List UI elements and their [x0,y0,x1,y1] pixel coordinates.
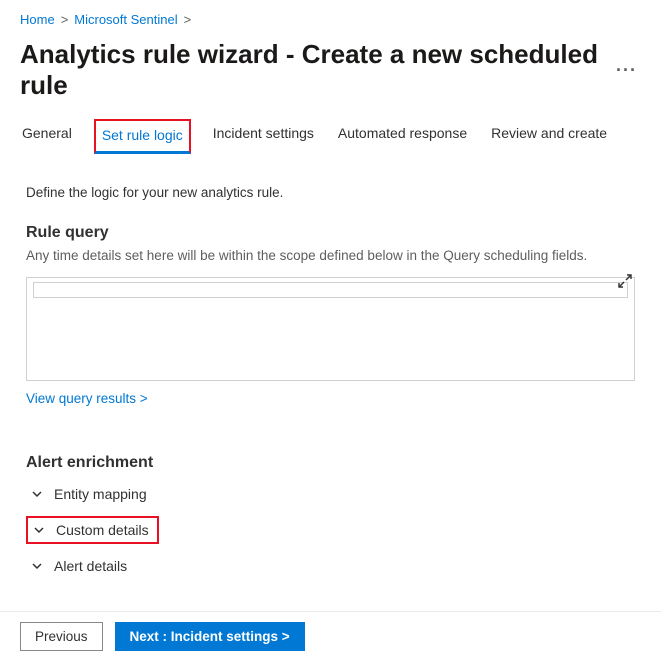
tab-general[interactable]: General [20,119,74,153]
alert-enrichment-heading: Alert enrichment [26,454,635,472]
more-actions-button[interactable]: ··· [612,60,641,81]
breadcrumb-sentinel[interactable]: Microsoft Sentinel [74,12,177,27]
chevron-right-icon: > [61,12,69,27]
previous-button[interactable]: Previous [20,622,103,651]
accordion-label: Entity mapping [54,486,147,502]
accordion-custom-details[interactable]: Custom details [26,516,159,544]
query-editor[interactable] [26,277,635,381]
tab-set-rule-logic[interactable]: Set rule logic [94,119,191,154]
view-query-results-link[interactable]: View query results > [26,391,148,406]
breadcrumb: Home > Microsoft Sentinel > [20,10,641,33]
accordion-label: Custom details [56,522,149,538]
expand-icon[interactable] [617,273,633,289]
breadcrumb-home[interactable]: Home [20,12,55,27]
intro-text: Define the logic for your new analytics … [26,185,635,200]
tab-incident-settings[interactable]: Incident settings [211,119,316,153]
accordion-alert-details[interactable]: Alert details [26,554,135,578]
chevron-right-icon: > [184,12,192,27]
page-title-text: Analytics rule wizard - Create a new sch… [20,39,612,101]
tab-review-create[interactable]: Review and create [489,119,609,153]
page-title: Analytics rule wizard - Create a new sch… [20,39,641,101]
chevron-down-icon [30,559,44,573]
query-editor-line[interactable] [33,282,628,298]
next-button[interactable]: Next : Incident settings > [115,622,305,651]
wizard-footer: Previous Next : Incident settings > [0,611,661,661]
chevron-down-icon [32,523,46,537]
rule-query-desc: Any time details set here will be within… [26,248,635,263]
chevron-down-icon [30,487,44,501]
tab-automated-response[interactable]: Automated response [336,119,469,153]
wizard-tabs: General Set rule logic Incident settings… [20,119,641,153]
accordion-entity-mapping[interactable]: Entity mapping [26,482,155,506]
rule-query-heading: Rule query [26,224,635,242]
accordion-label: Alert details [54,558,127,574]
